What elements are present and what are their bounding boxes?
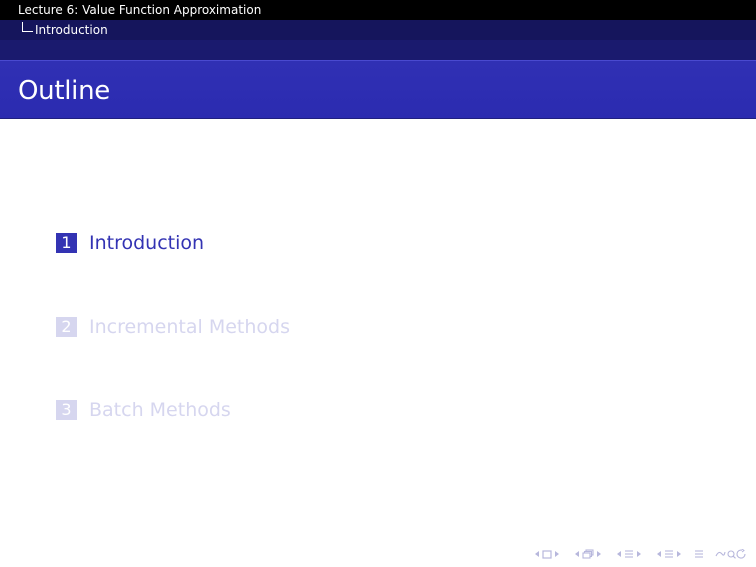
search-nav	[714, 549, 748, 559]
toc-label[interactable]: Incremental Methods	[89, 316, 290, 338]
slide: Lecture 6: Value Function Approximation …	[0, 0, 756, 567]
previous-subsection-icon[interactable]	[575, 551, 579, 557]
next-subsubsection-icon[interactable]	[677, 551, 681, 557]
next-section-icon[interactable]	[637, 551, 641, 557]
previous-section-icon[interactable]	[617, 551, 621, 557]
subsubsection-nav	[654, 549, 684, 559]
next-frame-icon[interactable]	[555, 551, 559, 557]
frame-title: Outline	[18, 76, 110, 106]
subsubsection-nav-icon[interactable]	[664, 549, 674, 559]
toc-label[interactable]: Introduction	[89, 232, 204, 254]
toc-nav-icon[interactable]	[694, 549, 704, 559]
section-nav	[614, 549, 644, 559]
next-subsection-icon[interactable]	[597, 551, 601, 557]
frame-nav	[532, 549, 562, 559]
subsection-nav-icon[interactable]	[582, 549, 594, 559]
section-nav-icon[interactable]	[624, 549, 634, 559]
previous-frame-icon[interactable]	[535, 551, 539, 557]
subsection-nav	[572, 549, 604, 559]
tree-branch-icon	[22, 22, 33, 32]
header-spacer-bar	[0, 40, 756, 60]
section-title[interactable]: Introduction	[35, 20, 108, 40]
toc-item-incremental-methods[interactable]: 2 Incremental Methods	[56, 316, 290, 338]
previous-subsubsection-icon[interactable]	[657, 551, 661, 557]
lecture-title[interactable]: Lecture 6: Value Function Approximation	[18, 0, 261, 20]
toc-item-batch-methods[interactable]: 3 Batch Methods	[56, 399, 231, 421]
section-header-bar: Introduction	[0, 20, 756, 40]
toc-number-badge: 2	[56, 317, 77, 337]
frame-nav-icon[interactable]	[542, 549, 552, 559]
search-nav-icon[interactable]	[714, 549, 748, 559]
toc-number-badge: 3	[56, 400, 77, 420]
lecture-header-bar: Lecture 6: Value Function Approximation	[0, 0, 756, 20]
navigation-symbols	[532, 547, 748, 561]
frame-title-bar: Outline	[0, 60, 756, 119]
toc-label[interactable]: Batch Methods	[89, 399, 231, 421]
toc-number-badge: 1	[56, 233, 77, 253]
toc-item-introduction[interactable]: 1 Introduction	[56, 232, 204, 254]
toc-nav	[694, 549, 704, 559]
